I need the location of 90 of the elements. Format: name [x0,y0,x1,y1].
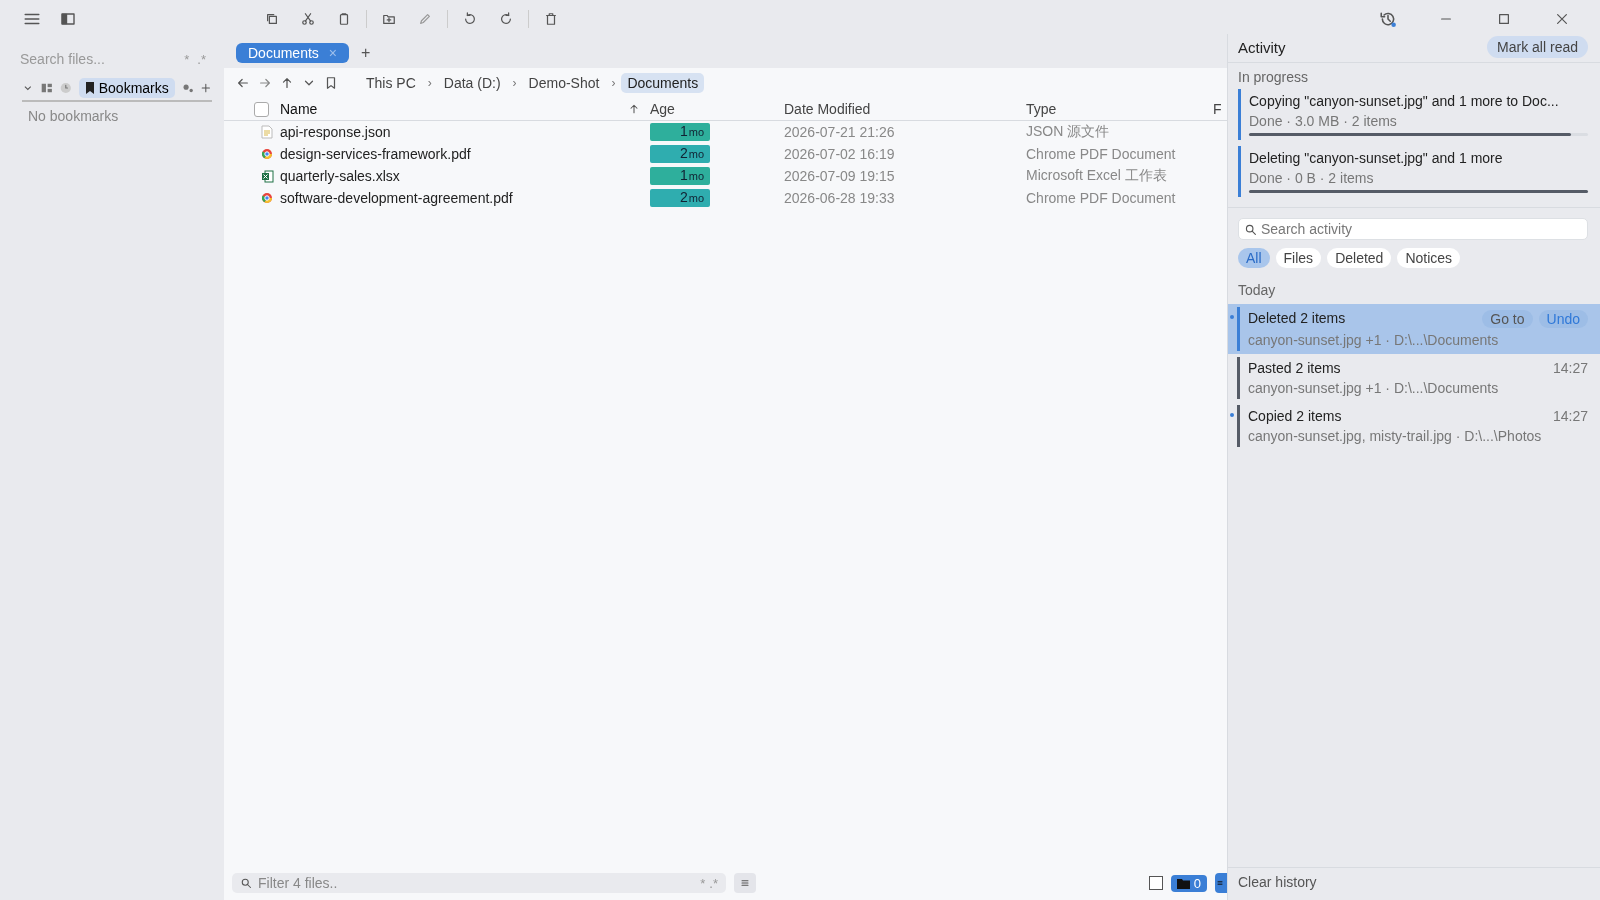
type-cell-text: JSON 源文件 [1026,123,1111,141]
item-title: Copied 2 items [1248,408,1343,424]
file-name[interactable]: software-development-agreement.pdf [280,190,650,206]
breadcrumb-item[interactable]: Documents [621,73,705,93]
plus-icon[interactable] [200,82,212,94]
close-icon[interactable] [1555,12,1569,26]
activity-item[interactable]: Copied 2 items 14:27 canyon-sunset.jpg, misty-trail.jpg · D:\...\Photos [1228,402,1600,450]
chrome-icon [261,148,273,160]
type-cell-text: Chrome PDF Document [1026,146,1177,162]
item-title: Pasted 2 items [1248,360,1342,376]
age-badge: 1mo [650,123,710,141]
search-icon[interactable] [240,877,252,889]
filter-chip[interactable]: Deleted [1327,248,1392,268]
type-cell-text: Microsoft Excel 工作表 [1026,167,1168,185]
task-title: Deleting "canyon-sunset.jpg" and 1 more [1249,150,1504,166]
folder-count-badge[interactable]: 0 [1170,874,1207,892]
bookmarks-tab[interactable]: Bookmarks [78,78,175,98]
trash-icon[interactable] [544,12,558,26]
activity-item[interactable]: Pasted 2 items 14:27 canyon-sunset.jpg +1 · D:\...\Documents [1228,354,1600,402]
filter-chip[interactable]: Notices [1397,248,1461,268]
maximize-icon[interactable] [1497,12,1511,26]
column-header[interactable]: Type [1026,101,1213,117]
breadcrumb-item[interactable]: Data (D:) [437,73,507,93]
date-cell-text: 2026-07-21 21:26 [784,124,896,140]
list-view-button[interactable] [734,873,756,893]
filter-chip[interactable]: Files [1275,248,1322,268]
column-header[interactable]: Age [650,101,784,117]
breadcrumb-separator: › [427,76,432,90]
age-badge: 1mo [650,167,710,185]
task-detail: Done · 3.0 MB · 2 items [1249,113,1398,129]
task-title: Copying "canyon-sunset.jpg" and 1 more to Doc... [1249,93,1560,109]
document-icon [261,125,273,139]
breadcrumb-item[interactable]: This PC [360,73,422,93]
file-name[interactable]: quarterly-sales.xlsx [280,168,650,184]
panel-title: Activity [1238,38,1286,56]
activity-search-field[interactable]: Search activity [1238,218,1588,240]
panel-icon[interactable] [60,11,76,27]
section-label: In progress [1237,68,1310,87]
item-detail: canyon-sunset.jpg +1 · D:\...\Documents [1248,332,1500,348]
scissors-icon[interactable] [301,12,315,26]
item-detail: canyon-sunset.jpg, misty-trail.jpg · D:\...\Photos [1248,428,1543,444]
clipboard-icon[interactable] [337,12,351,26]
select-all-checkbox[interactable] [254,101,269,117]
search-icon [1244,223,1257,236]
chrome-icon [261,192,273,204]
group-label: Today [1237,281,1277,300]
select-checkbox[interactable] [1148,876,1163,890]
type-cell-text: Chrome PDF Document [1026,190,1177,206]
forward-icon[interactable] [258,76,272,90]
column-header[interactable]: Date Modified [784,101,1026,117]
folder-icon [1176,877,1190,889]
date-cell-text: 2026-07-09 19:15 [784,168,896,184]
item-detail: canyon-sunset.jpg +1 · D:\...\Documents [1248,380,1500,396]
grid-icon[interactable] [39,81,54,95]
bookmark-icon[interactable] [324,76,338,90]
history-icon[interactable] [1379,10,1397,28]
list-icon [739,877,751,889]
redo-icon[interactable] [499,12,513,26]
breadcrumb-item[interactable]: Demo-Shot [522,73,606,93]
age-badge: 2mo [650,189,710,207]
search-field[interactable]: Search files... [18,50,177,68]
sort-up-icon[interactable] [628,103,640,115]
spreadsheet-icon [260,169,274,183]
column-header[interactable]: F [1213,101,1227,117]
file-count-badge[interactable] [1215,873,1227,893]
date-cell-text: 2026-07-02 16:19 [784,146,896,162]
file-name[interactable]: api-response.json [280,124,650,140]
task-detail: Done · 0 B · 2 items [1249,170,1375,186]
activity-item[interactable]: Deleted 2 items Go to Undo canyon-sunset.jpg +1 · D:\...\Documents [1228,304,1600,354]
item-time: 14:27 [1552,360,1588,376]
folder-plus-icon[interactable] [382,12,396,26]
new-tab-button[interactable]: + [357,44,375,62]
breadcrumb-separator: › [512,76,517,90]
bookmark-icon [84,82,95,94]
back-icon[interactable] [236,76,250,90]
breadcrumb-separator: › [611,76,616,90]
item-time: 14:27 [1552,408,1588,424]
action-button[interactable]: Go to [1482,310,1533,328]
date-cell-text: 2026-06-28 19:33 [784,190,896,206]
item-title: Deleted 2 items [1248,310,1347,328]
empty-message: No bookmarks [27,108,120,124]
age-badge: 2mo [650,145,710,163]
up-icon[interactable] [280,76,294,90]
clear-history-button[interactable]: Clear history [1228,867,1600,900]
tab[interactable]: Documents × [236,43,349,63]
copy-icon[interactable] [265,12,279,26]
undo-icon[interactable] [463,12,477,26]
mark-all-read-button[interactable]: Mark all read [1487,36,1588,58]
file-name[interactable]: design-services-framework.pdf [280,146,650,162]
column-header[interactable]: Name [280,101,650,117]
